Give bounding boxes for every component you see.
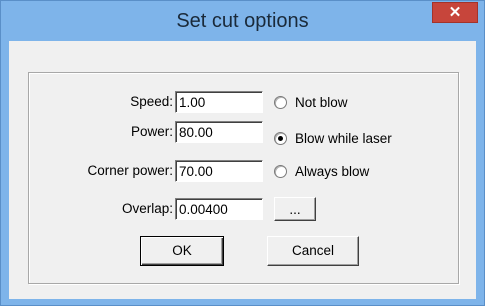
cancel-button[interactable]: Cancel [267, 236, 359, 266]
radio-not-blow-label: Not blow [295, 94, 348, 110]
radio-always-blow[interactable]: Always blow [274, 162, 369, 180]
dialog-body: Speed: Power: Corner power: Overlap: Not… [9, 41, 476, 299]
close-button[interactable]: ✕ [432, 2, 478, 23]
radio-not-blow[interactable]: Not blow [274, 93, 348, 111]
overlap-input[interactable] [175, 198, 263, 220]
radio-blow-while-laser-circle[interactable] [274, 131, 287, 145]
corner-power-input[interactable] [175, 160, 263, 182]
dialog-title: Set cut options [176, 10, 309, 32]
dialog-window: Set cut options ✕ Speed: Power: Corner p… [0, 0, 485, 306]
speed-label: Speed: [130, 94, 173, 109]
power-label: Power: [130, 124, 173, 139]
browse-button[interactable]: ... [274, 197, 316, 221]
title-bar[interactable]: Set cut options ✕ [1, 1, 484, 41]
overlap-label: Overlap: [121, 201, 173, 216]
speed-input[interactable] [175, 91, 263, 113]
radio-blow-while-laser[interactable]: Blow while laser [274, 129, 392, 147]
ok-button[interactable]: OK [140, 236, 224, 266]
radio-always-blow-circle[interactable] [274, 164, 287, 178]
close-icon: ✕ [448, 4, 462, 21]
radio-blow-while-laser-label: Blow while laser [295, 130, 392, 146]
radio-always-blow-label: Always blow [295, 163, 370, 179]
corner-power-label: Corner power: [87, 163, 173, 178]
power-input[interactable] [175, 121, 263, 143]
radio-not-blow-circle[interactable] [274, 95, 287, 109]
